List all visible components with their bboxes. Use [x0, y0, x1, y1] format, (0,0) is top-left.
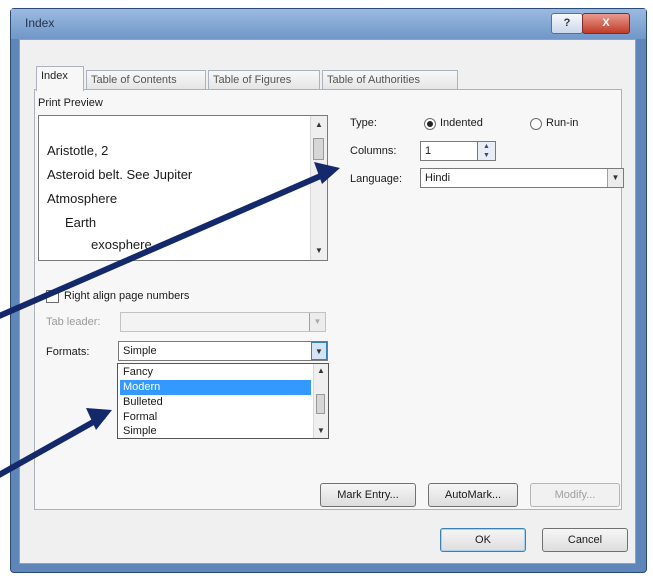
- annotation-arrow-line: [0, 168, 334, 319]
- annotation-arrowhead: [314, 162, 340, 184]
- tab-index[interactable]: Index: [36, 66, 84, 91]
- annotation-arrows: [0, 162, 340, 478]
- tab-index-label: Index: [41, 70, 68, 82]
- annotation-arrow-line: [0, 413, 106, 478]
